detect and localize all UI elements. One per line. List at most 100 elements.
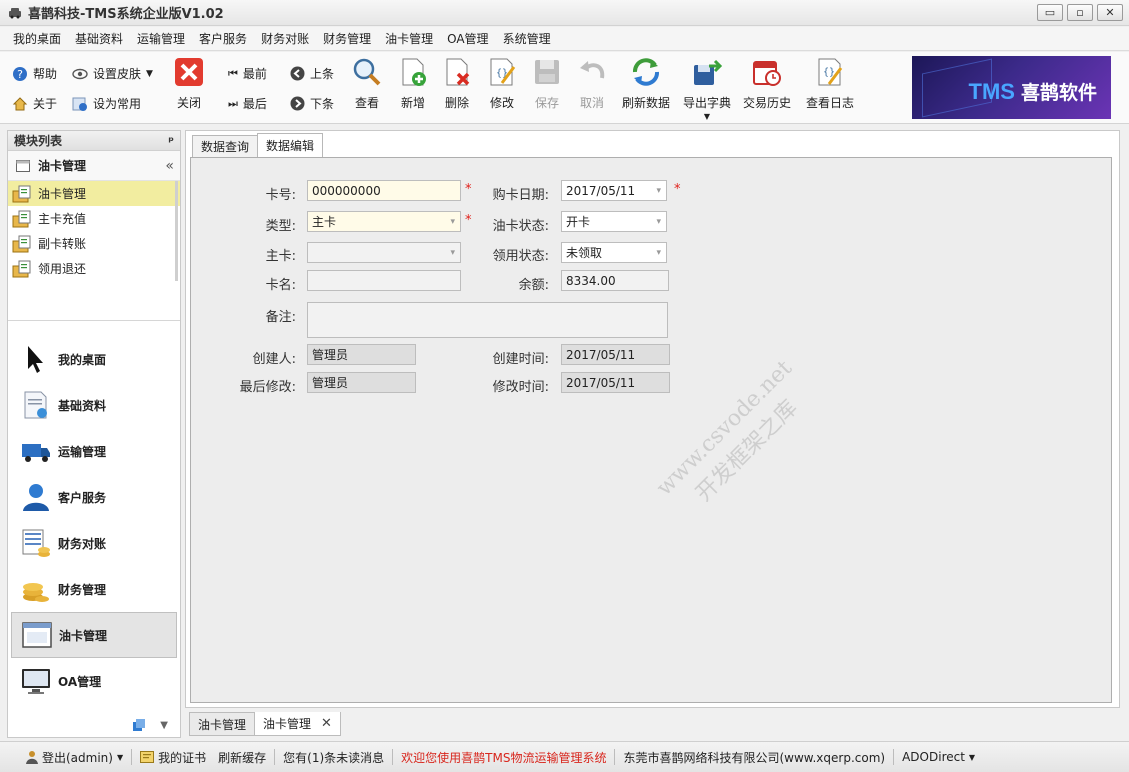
cert-button[interactable]: 我的证书 刷新缓存 xyxy=(132,749,276,766)
module-panel-header: 模块列表 ᵖ xyxy=(8,131,180,151)
windows-icon[interactable] xyxy=(132,718,146,732)
close-button[interactable]: 关闭 xyxy=(163,56,215,111)
tab-data-edit[interactable]: 数据编辑 xyxy=(257,133,324,157)
menu-oa[interactable]: OA管理 xyxy=(440,30,495,47)
menu-customer-service[interactable]: 客户服务 xyxy=(192,30,254,47)
view-button[interactable]: 查看 xyxy=(341,56,393,111)
history-button[interactable]: 交易历史 xyxy=(739,56,795,111)
nav-customer-service[interactable]: 客户服务 xyxy=(8,474,180,520)
collect-status-select[interactable]: 未领取 xyxy=(561,242,667,263)
status-bar: 登出(admin) ▼ 我的证书 刷新缓存 您有(1)条未读消息 欢迎您使用喜鹊… xyxy=(0,741,1129,772)
module-item-sub-card-transfer[interactable]: 副卡转账 xyxy=(8,231,180,256)
refresh-button[interactable]: 刷新数据 xyxy=(617,56,675,111)
chevron-down-icon[interactable]: ▼ xyxy=(160,720,168,731)
card-no-input[interactable]: 000000000 xyxy=(307,180,461,201)
edit-icon: {} xyxy=(490,58,516,86)
prev-icon xyxy=(290,66,305,81)
nav-fuel-card[interactable]: 油卡管理 xyxy=(11,612,177,658)
nav-basic-data[interactable]: 基础资料 xyxy=(8,382,180,428)
last-button[interactable]: ⏭ 最后 xyxy=(228,95,267,112)
help-button[interactable]: ? 帮助 xyxy=(12,65,57,82)
close-window-button[interactable]: ✕ xyxy=(1097,4,1123,21)
remark-textarea[interactable] xyxy=(307,302,668,338)
card-status-select[interactable]: 开卡 xyxy=(561,211,667,232)
cursor-icon xyxy=(28,346,43,373)
next-button[interactable]: 下条 xyxy=(290,95,334,112)
logout-button[interactable]: 登出(admin) ▼ xyxy=(18,749,133,765)
nav-transport[interactable]: 运输管理 xyxy=(8,428,180,474)
db-mode-dropdown[interactable]: ADODirect ▼ xyxy=(894,749,983,765)
nav-reconciliation[interactable]: 财务对账 xyxy=(8,520,180,566)
menu-basic-data[interactable]: 基础资料 xyxy=(68,30,130,47)
main-card-select[interactable] xyxy=(307,242,461,263)
menu-reconciliation[interactable]: 财务对账 xyxy=(254,30,316,47)
folder-doc-icon xyxy=(12,260,31,277)
about-button[interactable]: 关于 xyxy=(12,95,57,112)
menu-transport[interactable]: 运输管理 xyxy=(130,30,192,47)
card-name-input[interactable] xyxy=(307,270,461,291)
save-label: 保存 xyxy=(534,96,559,110)
module-item-label: 副卡转账 xyxy=(38,237,87,251)
module-item-list: 油卡管理 主卡充值 副卡转账 领用退还 xyxy=(8,181,180,321)
cancel-label: 取消 xyxy=(579,96,604,110)
module-panel-title: 模块列表 xyxy=(14,134,63,148)
minimize-button[interactable]: ▭ xyxy=(1037,4,1063,21)
cancel-button[interactable]: 取消 xyxy=(566,56,618,111)
card-status-label: 油卡状态: xyxy=(492,219,549,234)
menu-system[interactable]: 系统管理 xyxy=(496,30,558,47)
window-small-icon xyxy=(16,159,30,172)
creator-label: 创建人: xyxy=(252,352,296,367)
minimize-icon: ▭ xyxy=(1044,6,1056,19)
close-tab-icon[interactable]: ✕ xyxy=(321,716,332,731)
title-bar: 喜鹊科技-TMS系统企业版V1.02 ▭ ▫ ✕ xyxy=(0,0,1129,26)
skin-label: 设置皮肤 xyxy=(93,67,142,81)
monitor-icon xyxy=(22,669,50,694)
module-item-main-card-recharge[interactable]: 主卡充值 xyxy=(8,206,180,231)
eye-icon xyxy=(72,68,88,79)
module-item-collect-return[interactable]: 领用退还 xyxy=(8,256,180,281)
menu-desktop[interactable]: 我的桌面 xyxy=(6,30,68,47)
first-button[interactable]: ⏮ 最前 xyxy=(228,65,267,82)
module-panel-footer: ▼ xyxy=(8,713,180,737)
magnifier-icon xyxy=(353,58,381,86)
nav-label: 客户服务 xyxy=(58,490,107,505)
edit-form: 卡号: 000000000 * 购卡日期: 2017/05/11 * 类型: 主… xyxy=(190,157,1112,703)
logout-label: 登出(admin) xyxy=(42,750,113,765)
menu-fuel-card[interactable]: 油卡管理 xyxy=(378,30,440,47)
maximize-button[interactable]: ▫ xyxy=(1067,4,1093,21)
company-text: 东莞市喜鹊网络科技有限公司(www.xqerp.com) xyxy=(615,749,895,765)
pin-icon[interactable]: ᵖ xyxy=(168,134,174,148)
first-label: 最前 xyxy=(242,67,267,81)
cert-label: 我的证书 xyxy=(158,750,207,765)
certificate-icon xyxy=(140,751,155,763)
refresh-cache-link[interactable]: 刷新缓存 xyxy=(218,749,266,766)
doc-tab-fuel-card-active[interactable]: 油卡管理 ✕ xyxy=(254,712,341,736)
collapse-icon[interactable]: « xyxy=(165,158,174,174)
nav-desktop[interactable]: 我的桌面 xyxy=(8,336,180,382)
chevron-down-icon: ▼ xyxy=(146,68,153,79)
purchase-date-picker[interactable]: 2017/05/11 xyxy=(561,180,667,201)
card-no-label: 卡号: xyxy=(265,188,296,203)
last-icon: ⏭ xyxy=(228,96,238,110)
nav-label: 基础资料 xyxy=(58,398,107,413)
nav-finance[interactable]: 财务管理 xyxy=(8,566,180,612)
next-icon xyxy=(290,96,305,111)
module-group-header[interactable]: 油卡管理 « xyxy=(8,151,180,181)
doc-tab-fuel-card[interactable]: 油卡管理 xyxy=(189,712,256,736)
skin-button[interactable]: 设置皮肤 ▼ xyxy=(72,65,153,82)
tab-label: 数据查询 xyxy=(201,140,250,154)
type-select[interactable]: 主卡 xyxy=(307,211,461,232)
balance-input[interactable]: 8334.00 xyxy=(561,270,669,291)
nav-oa[interactable]: OA管理 xyxy=(8,658,180,704)
tab-label: 数据编辑 xyxy=(266,139,315,153)
prev-button[interactable]: 上条 xyxy=(290,65,334,82)
brand-logo: TMS 喜鹊软件 xyxy=(912,56,1111,119)
module-item-fuel-card[interactable]: 油卡管理 xyxy=(8,181,180,206)
menu-finance[interactable]: 财务管理 xyxy=(316,30,378,47)
log-button[interactable]: {} 查看日志 xyxy=(802,56,858,111)
tab-data-query[interactable]: 数据查询 xyxy=(192,135,259,157)
export-button[interactable]: 导出字典 ▼ xyxy=(679,56,735,121)
module-list-scrollbar[interactable] xyxy=(175,181,178,281)
messages-link[interactable]: 您有(1)条未读消息 xyxy=(275,749,394,765)
favorite-button[interactable]: 设为常用 xyxy=(72,95,141,112)
